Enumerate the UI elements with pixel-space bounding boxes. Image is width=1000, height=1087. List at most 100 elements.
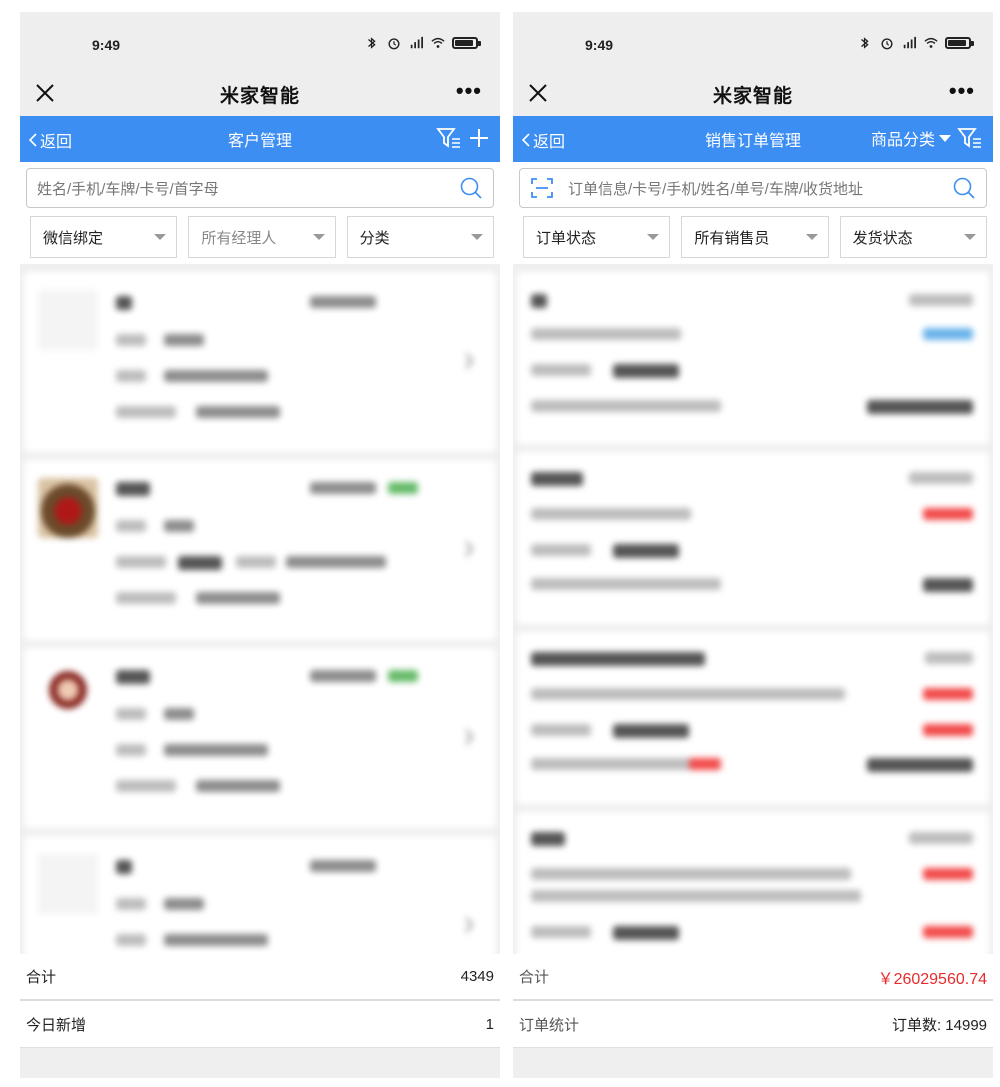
filter-label: 所有经理人 <box>201 229 277 247</box>
filter-salespersons[interactable]: 所有销售员 <box>681 216 829 258</box>
summary-footer: 合计 ￥26029560.74 订单统计 订单数: 14999 <box>513 954 993 1048</box>
wifi-icon <box>924 37 938 48</box>
list-item[interactable] <box>24 460 496 640</box>
order-list <box>513 264 993 954</box>
close-icon[interactable] <box>34 82 56 104</box>
more-icon[interactable]: ••• <box>949 80 975 102</box>
search-input[interactable]: 姓名/手机/车牌/卡号/首字母 <box>26 168 494 208</box>
search-placeholder: 订单信息/卡号/手机/姓名/单号/车牌/收货地址 <box>568 180 864 198</box>
dropdown-caret-icon <box>805 234 818 240</box>
dropdown-caret-icon <box>154 234 167 240</box>
battery-icon <box>945 37 974 49</box>
summary-total-value: ￥26029560.74 <box>877 970 987 988</box>
filter-category[interactable]: 分类 <box>346 216 494 258</box>
bluetooth-icon <box>861 37 869 49</box>
add-icon[interactable] <box>468 127 490 149</box>
chevron-right-icon <box>465 353 474 369</box>
status-time: 9:49 <box>92 37 121 53</box>
bottom-padding <box>20 1048 500 1078</box>
nav-actions <box>436 126 490 150</box>
back-label: 返回 <box>40 134 73 151</box>
alarm-icon <box>881 38 893 50</box>
close-icon[interactable] <box>527 82 549 104</box>
status-icons <box>364 36 481 50</box>
filter-label: 分类 <box>359 229 390 247</box>
app-title-bar: 米家智能 ••• <box>513 72 993 116</box>
page-title: 销售订单管理 <box>704 133 801 150</box>
app-title-bar: 米家智能 ••• <box>20 72 500 116</box>
more-icon[interactable]: ••• <box>456 80 482 102</box>
alarm-icon <box>388 38 400 50</box>
dropdown-caret-icon <box>963 234 976 240</box>
chevron-right-icon <box>465 541 474 557</box>
list-item[interactable] <box>517 452 989 624</box>
back-button[interactable]: 返回 <box>28 128 72 152</box>
back-chevron-icon <box>521 133 530 147</box>
nav-bar: 返回 销售订单管理 商品分类 <box>513 116 993 162</box>
blurred-list-content <box>20 272 500 954</box>
list-item[interactable] <box>517 632 989 804</box>
filter-order-status[interactable]: 订单状态 <box>523 216 671 258</box>
search-placeholder: 姓名/手机/车牌/卡号/首字母 <box>37 180 219 198</box>
blurred-list-content <box>513 272 993 954</box>
filter-label: 发货状态 <box>852 229 913 247</box>
summary-order-stat-label: 订单统计 <box>519 1016 580 1034</box>
dropdown-caret-icon <box>470 234 483 240</box>
signal-icon <box>903 36 916 49</box>
battery-icon <box>452 37 481 49</box>
dropdown-caret-icon <box>939 134 951 142</box>
status-bar: 9:49 <box>513 12 993 72</box>
dropdown-caret-icon <box>312 234 325 240</box>
filter-label: 所有销售员 <box>694 229 770 247</box>
summary-total-row: 合计 4349 <box>20 954 500 1001</box>
search-icon[interactable] <box>952 176 976 200</box>
wifi-icon <box>431 37 445 48</box>
avatar <box>38 478 98 538</box>
back-chevron-icon <box>28 133 37 147</box>
search-area: 订单信息/卡号/手机/姓名/单号/车牌/收货地址 <box>513 162 993 214</box>
nav-actions: 商品分类 <box>871 126 983 150</box>
dropdown-caret-icon <box>647 234 660 240</box>
sales-order-screen: 9:49 米家智能 ••• 返回 销售订单管理 商品分类 订单信息/卡号/手机/… <box>513 12 993 1078</box>
chevron-right-icon <box>465 729 474 745</box>
list-item[interactable] <box>24 272 496 452</box>
filter-label: 订单状态 <box>536 229 597 247</box>
list-item[interactable] <box>517 812 989 954</box>
page-title: 客户管理 <box>227 133 292 150</box>
filter-wechat-binding[interactable]: 微信绑定 <box>30 216 178 258</box>
bluetooth-icon <box>368 37 376 49</box>
back-label: 返回 <box>533 134 566 151</box>
filter-bar: 微信绑定 所有经理人 分类 <box>20 214 500 266</box>
summary-order-count-row: 订单统计 订单数: 14999 <box>513 1001 993 1048</box>
list-item[interactable] <box>24 648 496 828</box>
summary-today-value: 1 <box>485 1015 494 1033</box>
filter-managers[interactable]: 所有经理人 <box>188 216 336 258</box>
summary-total-row: 合计 ￥26029560.74 <box>513 954 993 1001</box>
category-dropdown[interactable]: 商品分类 <box>871 126 951 150</box>
search-icon[interactable] <box>459 176 483 200</box>
filter-label: 微信绑定 <box>43 229 104 247</box>
summary-total-label: 合计 <box>26 969 57 986</box>
summary-total-value: 4349 <box>460 968 494 985</box>
customer-management-screen: 9:49 米家智能 ••• 返回 客户管理 姓名/手机/车牌/卡号/首字母 微信 <box>20 12 500 1078</box>
filter-icon[interactable] <box>957 126 983 150</box>
summary-total-label: 合计 <box>519 969 550 986</box>
search-area: 姓名/手机/车牌/卡号/首字母 <box>20 162 500 214</box>
bottom-padding <box>513 1048 993 1078</box>
filter-icon[interactable] <box>436 126 462 150</box>
status-icons <box>857 36 974 50</box>
app-title: 米家智能 <box>219 85 300 107</box>
summary-today-row: 今日新增 1 <box>20 1001 500 1048</box>
nav-bar: 返回 客户管理 <box>20 116 500 162</box>
scan-icon[interactable] <box>530 177 554 199</box>
back-button[interactable]: 返回 <box>521 128 565 152</box>
customer-list <box>20 264 500 954</box>
filter-shipping-status[interactable]: 发货状态 <box>839 216 987 258</box>
list-item[interactable] <box>517 272 989 444</box>
status-time: 9:49 <box>585 37 614 53</box>
list-item[interactable] <box>24 836 496 954</box>
chevron-right-icon <box>465 917 474 933</box>
signal-icon <box>410 36 423 49</box>
avatar <box>38 854 98 914</box>
search-input[interactable]: 订单信息/卡号/手机/姓名/单号/车牌/收货地址 <box>519 168 987 208</box>
